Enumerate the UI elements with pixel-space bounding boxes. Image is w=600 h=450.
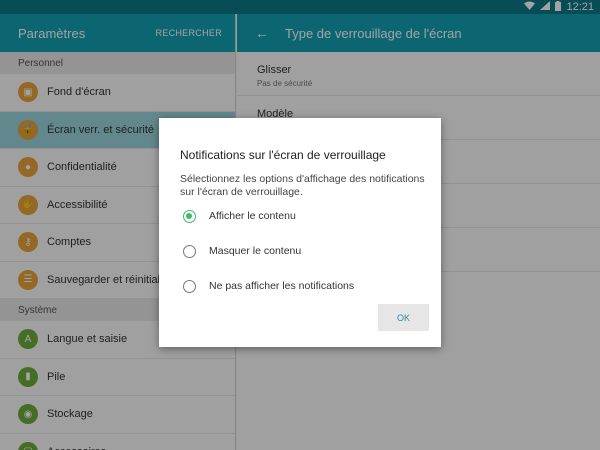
lock-screen-notifications-dialog: Notifications sur l'écran de verrouillag… [159, 118, 441, 347]
radio-label: Ne pas afficher les notifications [209, 280, 355, 292]
radio-option[interactable]: Ne pas afficher les notifications [183, 276, 354, 296]
radio-label: Masquer le contenu [209, 245, 302, 257]
ok-button[interactable]: OK [378, 304, 429, 331]
radio-unchecked-icon[interactable] [183, 279, 196, 293]
radio-option[interactable]: Afficher le contenu [183, 206, 296, 226]
dialog-title: Notifications sur l'écran de verrouillag… [180, 148, 386, 162]
radio-label: Afficher le contenu [209, 210, 296, 222]
radio-option[interactable]: Masquer le contenu [183, 241, 301, 261]
radio-checked-icon[interactable] [183, 209, 196, 223]
radio-unchecked-icon[interactable] [183, 244, 196, 258]
dialog-description: Sélectionnez les options d'affichage des… [180, 173, 425, 198]
